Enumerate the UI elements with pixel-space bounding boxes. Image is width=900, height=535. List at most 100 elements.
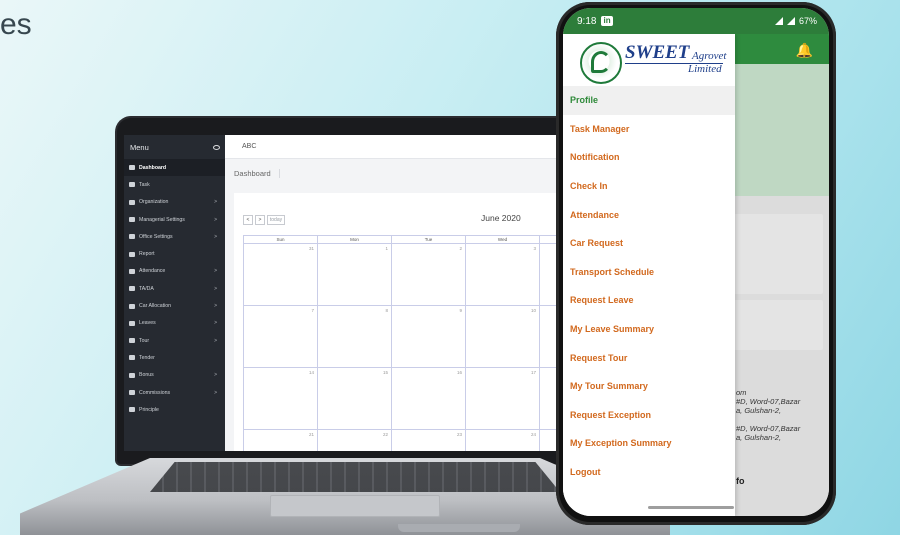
sidebar-item-label: Principle bbox=[139, 406, 159, 413]
status-left: 9:18 in bbox=[577, 16, 613, 27]
menu-item-icon bbox=[129, 217, 135, 223]
drawer-item[interactable]: Notification bbox=[563, 143, 735, 172]
sidebar-item[interactable]: Office Settings > bbox=[124, 228, 225, 245]
calendar-day[interactable]: 2 bbox=[392, 244, 466, 305]
drawer-item[interactable]: Attendance bbox=[563, 200, 735, 229]
sidebar-item[interactable]: Managerial Settings > bbox=[124, 211, 225, 228]
calendar-day[interactable]: 8 bbox=[318, 306, 392, 367]
breadcrumb-label: Dashboard bbox=[234, 169, 280, 178]
calendar-nav: < > today bbox=[243, 215, 285, 225]
logo-name: SWEET bbox=[625, 42, 690, 63]
chevron-right-icon: > bbox=[214, 233, 217, 240]
corner-text: es bbox=[0, 8, 32, 41]
drawer-item[interactable]: My Tour Summary bbox=[563, 372, 735, 401]
calendar-day[interactable]: 23 bbox=[392, 430, 466, 451]
sidebar-item[interactable]: Leaves > bbox=[124, 315, 225, 332]
drawer-item[interactable]: Logout bbox=[563, 458, 735, 487]
chevron-right-icon: > bbox=[214, 285, 217, 292]
sidebar-header: Menu bbox=[124, 135, 225, 159]
sidebar-menu: Dashboard Task Organization > Managerial Set… bbox=[124, 159, 225, 418]
eye-icon[interactable] bbox=[213, 144, 220, 150]
sidebar-item-label: Tender bbox=[139, 354, 155, 361]
menu-item-icon bbox=[129, 390, 135, 395]
calendar-day[interactable]: 22 bbox=[318, 430, 392, 451]
background-text: #D, Word-07,Bazar bbox=[736, 397, 801, 406]
prev-month-button[interactable]: < bbox=[243, 215, 253, 225]
status-right: 67% bbox=[774, 16, 817, 26]
calendar-day[interactable]: 3 bbox=[466, 244, 540, 305]
sidebar-item[interactable]: Tender bbox=[124, 349, 225, 366]
drawer-item[interactable]: My Leave Summary bbox=[563, 315, 735, 344]
drawer-item[interactable]: Profile bbox=[563, 86, 735, 115]
sidebar-item[interactable]: Task bbox=[124, 176, 225, 193]
calendar-day[interactable]: 31 bbox=[244, 244, 318, 305]
sidebar-item[interactable]: TA/DA > bbox=[124, 280, 225, 297]
chevron-right-icon: > bbox=[214, 372, 217, 379]
calendar: < > today June 2020 Sun Mon Tue Wed 31 1 2 3 7 8… bbox=[234, 193, 570, 451]
sidebar-item-label: Organization bbox=[139, 199, 169, 206]
calendar-week: 14 15 16 17 bbox=[244, 368, 563, 430]
drawer-item[interactable]: Request Tour bbox=[563, 343, 735, 372]
chevron-right-icon: > bbox=[214, 303, 217, 310]
weekday-header: Mon bbox=[318, 236, 392, 243]
background-card bbox=[733, 214, 823, 294]
sidebar-item[interactable]: Organization > bbox=[124, 194, 225, 211]
menu-item-icon bbox=[129, 338, 135, 344]
calendar-day[interactable]: 1 bbox=[318, 244, 392, 305]
drawer-item[interactable]: My Exception Summary bbox=[563, 429, 735, 458]
sidebar-item[interactable]: Car Allocation > bbox=[124, 297, 225, 314]
home-indicator[interactable] bbox=[648, 506, 734, 509]
calendar-day[interactable]: 7 bbox=[244, 306, 318, 367]
sidebar-item[interactable]: Report bbox=[124, 245, 225, 262]
sidebar-item-label: Car Allocation bbox=[139, 303, 172, 310]
sidebar-item[interactable]: Tour > bbox=[124, 332, 225, 349]
calendar-day[interactable]: 15 bbox=[318, 368, 392, 429]
menu-item-icon bbox=[129, 303, 135, 309]
calendar-week: 21 22 23 24 bbox=[244, 430, 563, 451]
weekday-header: Tue bbox=[392, 236, 466, 243]
weekday-header: Sun bbox=[244, 236, 318, 243]
menu-item-icon bbox=[129, 251, 135, 257]
calendar-grid: Sun Mon Tue Wed 31 1 2 3 7 8 9 10 14 15 16 17 21 22 23 24 bbox=[243, 235, 563, 451]
calendar-day[interactable]: 16 bbox=[392, 368, 466, 429]
menu-item-icon bbox=[129, 407, 135, 413]
chevron-right-icon: > bbox=[214, 216, 217, 223]
background-card bbox=[733, 300, 823, 350]
next-month-button[interactable]: > bbox=[255, 215, 265, 225]
laptop-main: ABC Dashboard < > today June 2020 Sun Mon… bbox=[225, 135, 570, 451]
logo-swirl bbox=[591, 51, 611, 73]
calendar-day[interactable]: 10 bbox=[466, 306, 540, 367]
linkedin-icon: in bbox=[601, 16, 613, 26]
calendar-day[interactable]: 21 bbox=[244, 430, 318, 451]
sidebar-item[interactable]: Commissions > bbox=[124, 384, 225, 401]
bell-icon[interactable]: 🔔 bbox=[796, 42, 813, 59]
chevron-right-icon: > bbox=[214, 337, 217, 344]
drawer-item[interactable]: Car Request bbox=[563, 229, 735, 258]
calendar-day[interactable]: 17 bbox=[466, 368, 540, 429]
menu-item-icon bbox=[129, 268, 135, 274]
calendar-day[interactable]: 24 bbox=[466, 430, 540, 451]
sidebar-item[interactable]: Bonus > bbox=[124, 367, 225, 384]
calendar-day[interactable]: 14 bbox=[244, 368, 318, 429]
menu-item-icon bbox=[129, 234, 135, 240]
today-button[interactable]: today bbox=[267, 215, 285, 225]
background-footer: fo bbox=[736, 476, 745, 486]
menu-item-icon bbox=[129, 286, 135, 292]
drawer-item[interactable]: Request Exception bbox=[563, 401, 735, 430]
sidebar-item[interactable]: Dashboard bbox=[124, 159, 225, 177]
chevron-right-icon: > bbox=[214, 268, 217, 275]
background-text: om bbox=[736, 388, 747, 397]
drawer-item[interactable]: Task Manager bbox=[563, 115, 735, 144]
calendar-day[interactable]: 9 bbox=[392, 306, 466, 367]
sidebar-item[interactable]: Principle bbox=[124, 401, 225, 418]
laptop-sidebar: Menu Dashboard Task Organization > Manageria… bbox=[124, 135, 225, 451]
sidebar-item-label: Attendance bbox=[139, 268, 166, 275]
menu-item-icon bbox=[129, 165, 135, 171]
drawer-header: SWEET Agrovet Limited bbox=[563, 34, 735, 86]
sidebar-item[interactable]: Attendance > bbox=[124, 263, 225, 280]
drawer-item[interactable]: Check In bbox=[563, 172, 735, 201]
drawer-item[interactable]: Request Leave bbox=[563, 286, 735, 315]
calendar-weeks: 31 1 2 3 7 8 9 10 14 15 16 17 21 22 23 24 bbox=[244, 244, 563, 451]
drawer-item[interactable]: Transport Schedule bbox=[563, 258, 735, 287]
logo-sub: Limited bbox=[688, 63, 722, 75]
